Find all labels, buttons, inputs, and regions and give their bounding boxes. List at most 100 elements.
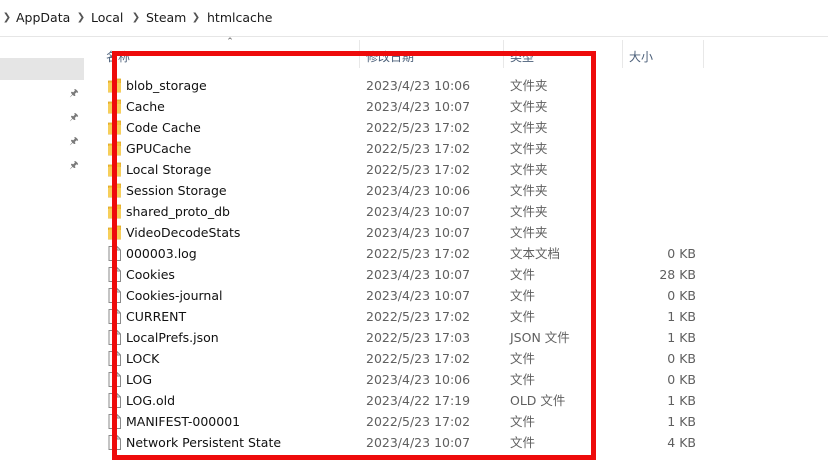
file-row[interactable]: Cookies-journal 2023/4/23 10:07 文件 0 KB (100, 285, 720, 306)
file-size: 0 KB (667, 246, 696, 261)
file-row[interactable]: LocalPrefs.json 2022/5/23 17:03 JSON 文件 1 K… (100, 327, 720, 348)
file-type: 文件夹 (510, 225, 548, 240)
file-size: 0 KB (667, 288, 696, 303)
file-modified-date: 2022/5/23 17:02 (366, 162, 471, 177)
file-size: 1 KB (667, 309, 696, 324)
file-name: shared_proto_db (126, 204, 230, 219)
file-modified-date: 2023/4/23 10:07 (366, 99, 471, 114)
file-row[interactable]: Cookies 2023/4/23 10:07 文件 28 KB (100, 264, 720, 285)
folder-row[interactable]: GPUCache 2022/5/23 17:02 文件夹 (100, 138, 720, 159)
chevron-right-icon[interactable]: ❯ (76, 11, 86, 25)
chevron-right-icon[interactable]: ❯ (2, 11, 12, 25)
file-modified-date: 2023/4/23 10:07 (366, 204, 471, 219)
file-row[interactable]: MANIFEST-000001 2022/5/23 17:02 文件 1 KB (100, 411, 720, 432)
folder-row[interactable]: Session Storage 2023/4/23 10:06 文件夹 (100, 180, 720, 201)
file-name: LOG.old (126, 393, 176, 408)
file-name: Cookies-journal (126, 288, 223, 303)
folder-icon (108, 225, 121, 240)
file-modified-date: 2023/4/23 10:06 (366, 372, 471, 387)
file-modified-date: 2022/5/23 17:02 (366, 246, 471, 261)
file-type: 文件夹 (510, 120, 548, 135)
file-name: LocalPrefs.json (126, 330, 219, 345)
file-type: 文件夹 (510, 204, 548, 219)
breadcrumb-appdata[interactable]: AppData (16, 10, 70, 26)
pin-icon: 🖈 (69, 112, 79, 123)
file-icon (108, 267, 121, 282)
column-divider[interactable] (359, 40, 360, 68)
column-divider[interactable] (703, 40, 704, 68)
pin-icon: 🖈 (69, 160, 79, 171)
file-modified-date: 2023/4/23 10:07 (366, 225, 471, 240)
folder-icon (108, 99, 121, 114)
sort-up-icon: ⌃ (226, 37, 234, 47)
file-size: 28 KB (659, 267, 696, 282)
breadcrumb-htmlcache[interactable]: htmlcache (207, 10, 273, 26)
file-type: 文件夹 (510, 78, 548, 93)
address-bar[interactable]: ❯ AppData ❯ Local ❯ Steam ❯ htmlcache (0, 0, 828, 37)
folder-icon (108, 162, 121, 177)
file-icon (108, 288, 121, 303)
file-name: Local Storage (126, 162, 212, 177)
pin-icon: 🖈 (69, 88, 79, 99)
file-modified-date: 2023/4/23 10:07 (366, 267, 471, 282)
file-icon (108, 372, 121, 387)
file-icon (108, 351, 121, 366)
file-name: blob_storage (126, 78, 207, 93)
breadcrumb-local[interactable]: Local (91, 10, 123, 26)
folder-row[interactable]: Cache 2023/4/23 10:07 文件夹 (100, 96, 720, 117)
folder-icon (108, 78, 121, 93)
file-row[interactable]: LOG.old 2023/4/22 17:19 OLD 文件 1 KB (100, 390, 720, 411)
file-name: VideoDecodeStats (126, 225, 241, 240)
folder-row[interactable]: shared_proto_db 2023/4/23 10:07 文件夹 (100, 201, 720, 222)
file-type: 文件 (510, 435, 536, 450)
chevron-right-icon[interactable]: ❯ (191, 11, 201, 25)
folder-icon (108, 183, 121, 198)
file-name: LOG (126, 372, 153, 387)
nav-item-selected[interactable] (0, 58, 84, 80)
column-header-size[interactable]: 大小 (629, 46, 653, 68)
file-modified-date: 2022/5/23 17:02 (366, 141, 471, 156)
file-name: Cache (126, 99, 165, 114)
file-name: Cookies (126, 267, 175, 282)
file-name: Code Cache (126, 120, 201, 135)
file-size: 0 KB (667, 351, 696, 366)
file-type: 文件 (510, 309, 536, 324)
file-size: 4 KB (667, 435, 696, 450)
file-row[interactable]: LOG 2023/4/23 10:06 文件 0 KB (100, 369, 720, 390)
column-divider[interactable] (503, 40, 504, 68)
file-type: JSON 文件 (510, 330, 570, 345)
file-type: 文件夹 (510, 183, 548, 198)
navigation-pane: 🖈 🖈 🖈 🖈 (0, 37, 92, 460)
column-header-name[interactable]: 名称 (106, 46, 130, 68)
folder-row[interactable]: Local Storage 2022/5/23 17:02 文件夹 (100, 159, 720, 180)
file-row[interactable]: Network Persistent State 2023/4/23 10:07 文… (100, 432, 720, 453)
file-icon (108, 330, 121, 345)
folder-icon (108, 204, 121, 219)
file-name: GPUCache (126, 141, 192, 156)
folder-icon (108, 141, 121, 156)
chevron-right-icon[interactable]: ❯ (131, 11, 141, 25)
file-row[interactable]: CURRENT 2022/5/23 17:02 文件 1 KB (100, 306, 720, 327)
file-name: 000003.log (126, 246, 197, 261)
file-type: 文件 (510, 351, 536, 366)
folder-row[interactable]: VideoDecodeStats 2023/4/23 10:07 文件夹 (100, 222, 720, 243)
file-name: MANIFEST-000001 (126, 414, 241, 429)
file-size: 1 KB (667, 330, 696, 345)
folder-row[interactable]: Code Cache 2022/5/23 17:02 文件夹 (100, 117, 720, 138)
column-header-date[interactable]: 修改日期 (366, 46, 414, 68)
breadcrumb-steam[interactable]: Steam (146, 10, 186, 26)
file-size: 0 KB (667, 372, 696, 387)
file-icon (108, 414, 121, 429)
file-modified-date: 2023/4/23 10:07 (366, 288, 471, 303)
file-type: 文件 (510, 267, 536, 282)
column-divider[interactable] (622, 40, 623, 68)
column-header-type[interactable]: 类型 (510, 46, 534, 68)
file-row[interactable]: LOCK 2022/5/23 17:02 文件 0 KB (100, 348, 720, 369)
file-type: OLD 文件 (510, 393, 566, 408)
file-row[interactable]: 000003.log 2022/5/23 17:02 文本文档 0 KB (100, 243, 720, 264)
file-modified-date: 2023/4/23 10:06 (366, 183, 471, 198)
folder-row[interactable]: blob_storage 2023/4/23 10:06 文件夹 (100, 75, 720, 96)
file-icon (108, 246, 121, 261)
file-size: 1 KB (667, 393, 696, 408)
file-modified-date: 2022/5/23 17:02 (366, 351, 471, 366)
